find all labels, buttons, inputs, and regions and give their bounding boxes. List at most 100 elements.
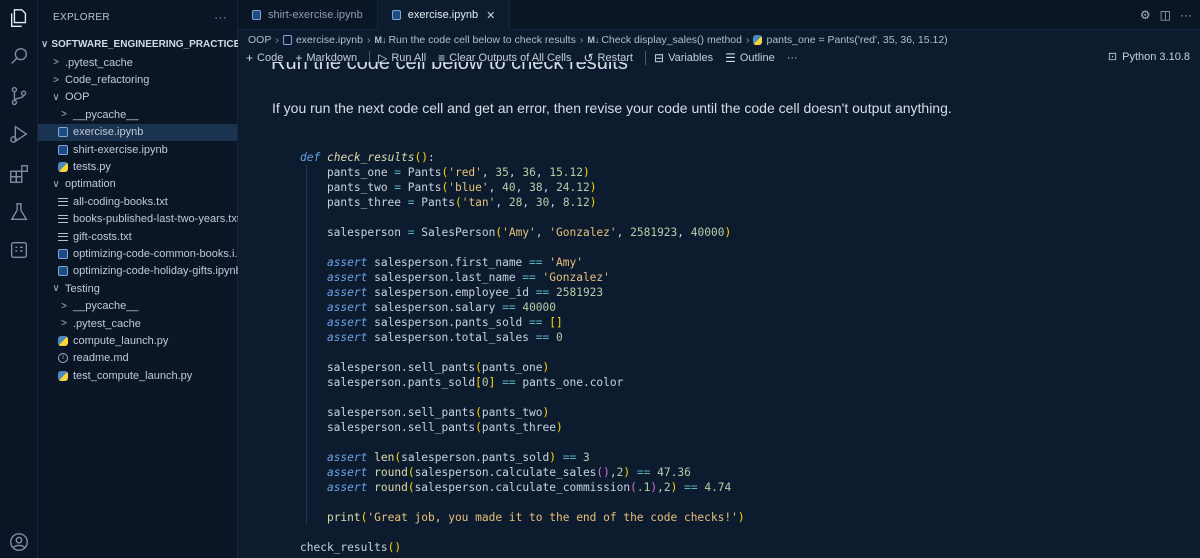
info-icon: i [58,353,68,364]
workspace-root[interactable]: ∨ SOFTWARE_ENGINEERING_PRACTICES_1 [38,34,258,54]
search-icon[interactable] [7,44,31,68]
tree-item[interactable]: optimizing-code-common-books.i... [38,245,244,262]
chevron-right-icon: > [61,318,67,330]
testing-icon[interactable] [7,200,31,224]
python-icon [58,162,68,173]
editor-area: shirt-exercise.ipynb exercise.ipynb ✕ ⚙ … [238,0,1200,558]
tree-item-label: test_compute_launch.py [73,369,193,382]
tree-item-label: Testing [65,282,100,295]
chevron-right-icon: > [53,74,59,86]
code-line: salesperson = SalesPerson('Amy', 'Gonzal… [300,226,732,239]
code-line: assert salesperson.pants_sold == [] [326,316,563,329]
text-file-icon [58,232,68,241]
chevron-right-icon: > [61,109,67,121]
tree-item[interactable]: ∨ OOP [38,89,237,106]
tree-item[interactable]: ∨ optimation [38,176,237,193]
account-icon[interactable] [7,530,31,554]
extensions-icon[interactable] [7,162,31,186]
tree-item[interactable]: > __pycache__ [38,106,237,123]
tab-bar: shirt-exercise.ipynb exercise.ipynb ✕ ⚙ … [238,0,1200,30]
tree-item[interactable]: i readme.md [38,350,237,367]
tree-item[interactable]: > Code_refactoring [38,71,237,88]
tree-item[interactable]: > .pytest_cache [38,54,237,71]
tree-item[interactable]: gift-costs.txt [38,228,237,245]
run-debug-icon[interactable] [7,122,31,146]
split-editor-icon[interactable]: ◫ [1160,8,1171,22]
more-icon[interactable]: ··· [1180,8,1192,22]
explorer-title: EXPLORER [53,11,110,23]
tab-shirt-exercise[interactable]: shirt-exercise.ipynb [238,0,378,30]
tree-item-label: optimizing-code-common-books.i... [73,247,244,260]
tree-item[interactable]: test_compute_launch.py [38,367,237,384]
markdown-instruction: If you run the next code cell and get an… [272,100,952,116]
kernel-picker[interactable]: ⊡ Python 3.10.8 [1107,50,1190,64]
tree-item[interactable]: books-published-last-two-years.txt [38,211,240,228]
text-file-icon [58,215,68,224]
code-line: pants_one = Pants('red', 35, 36, 15.12) [300,166,590,179]
tree-item-label: books-published-last-two-years.txt [73,213,240,226]
code-line: assert salesperson.employee_id == 258192… [326,286,604,299]
tab-label: exercise.ipynb [407,9,479,21]
breadcrumb-cell[interactable]: Check display_sales() method [601,34,742,46]
tree-item-label: .pytest_cache [73,317,141,330]
explorer-icon[interactable] [7,6,31,30]
tree-item-label: optimizing-code-holiday-gifts.ipynb [73,265,242,278]
tree-item-label: readme.md [73,352,129,365]
tree-item-label: __pycache__ [73,108,139,121]
notebook-icon [58,127,68,138]
breadcrumb-folder[interactable]: OOP [248,34,271,46]
code-editor[interactable]: def check_results(): pants_one = Pants('… [300,150,1180,555]
notebook-icon [252,10,261,20]
kernel-label: Python 3.10.8 [1122,50,1190,63]
breadcrumb-file[interactable]: exercise.ipynb [296,34,363,46]
settings-icon[interactable]: ⚙ [1140,8,1151,22]
code-cell[interactable]: def check_results(): pants_one = Pants('… [300,150,1180,555]
notebook-icon [58,144,68,155]
code-line: assert salesperson.total_sales == 0 [326,331,563,344]
tree-item[interactable]: compute_launch.py [38,332,237,349]
tree-item-label: gift-costs.txt [73,230,132,243]
close-icon[interactable]: ✕ [486,9,495,22]
tree-item[interactable]: exercise.ipynb [38,123,237,141]
explorer-header: EXPLORER ··· [38,0,237,34]
code-line: assert salesperson.first_name == 'Amy' [326,256,583,269]
code-line: salesperson.sell_pants(pants_one) [300,361,550,374]
chevron-down-icon: ∨ [52,283,60,295]
tree-item[interactable]: ∨ Testing [38,280,237,297]
tree-item-label: OOP [65,91,90,104]
jupyter-icon[interactable] [7,238,31,262]
code-line: assert round(salesperson.calculate_commi… [326,481,732,494]
chevron-down-icon: ∨ [41,38,49,50]
more-actions-icon[interactable]: ··· [214,10,227,24]
code-line: assert len(salesperson.pants_sold) == 3 [326,451,590,464]
source-control-icon[interactable] [7,84,31,108]
code-line: def check_results(): [300,151,435,164]
chevron-down-icon: ∨ [52,178,60,190]
code-line: print('Great job, you made it to the end… [326,511,745,524]
explorer-sidebar: EXPLORER ··· ∨ SOFTWARE_ENGINEERING_PRAC… [38,0,258,558]
tree-item[interactable]: > .pytest_cache [38,315,237,332]
markdown-icon: M↓ [587,34,600,45]
tree-item[interactable]: optimizing-code-holiday-gifts.ipynb [38,263,242,280]
chevron-right-icon: › [275,33,279,46]
notebook-icon [282,34,292,45]
tree-item-label: shirt-exercise.ipynb [73,143,168,156]
indent-guide [306,165,307,525]
tab-exercise[interactable]: exercise.ipynb ✕ [377,0,511,30]
tree-item[interactable]: tests.py [38,158,237,175]
tree-item[interactable]: > __pycache__ [38,297,237,314]
tree-item-label: all-coding-books.txt [73,195,168,208]
breadcrumb-symbol[interactable]: pants_one = Pants('red', 35, 36, 15.12) [766,34,947,46]
code-line: salesperson.sell_pants(pants_two) [300,406,550,419]
markdown-icon: M↓ [374,34,387,45]
tree-item[interactable]: all-coding-books.txt [38,193,237,210]
tree-item-label: tests.py [73,161,111,174]
breadcrumb-cell[interactable]: Run the code cell below to check results [388,34,575,46]
tree-item[interactable]: shirt-exercise.ipynb [38,141,237,158]
kernel-icon: ⊡ [1107,51,1118,63]
tree-item-label: __pycache__ [73,300,139,313]
